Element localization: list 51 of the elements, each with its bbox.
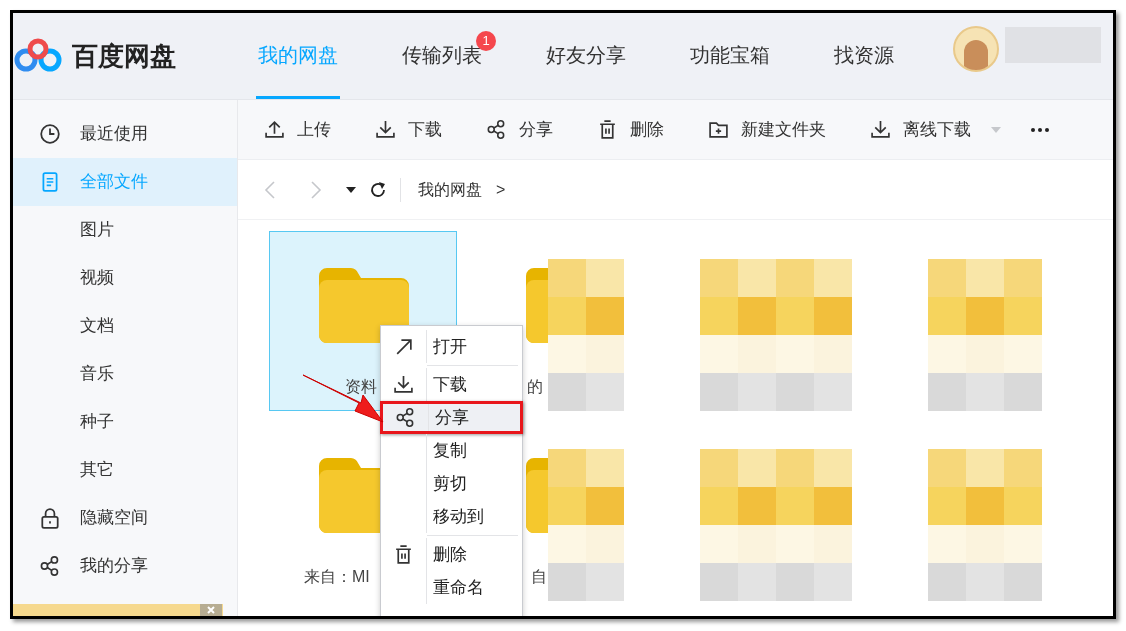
more-button[interactable] (1031, 127, 1049, 132)
share-icon (395, 407, 416, 428)
file-name: 自 (531, 567, 547, 587)
breadcrumb-separator: > (496, 179, 506, 200)
menu-item[interactable]: 剪切 (381, 467, 522, 500)
avatar (953, 26, 999, 72)
share-icon (486, 119, 507, 140)
sidebar-item[interactable]: 视频 (13, 254, 237, 302)
sidebar-item[interactable]: 图片 (13, 206, 237, 254)
nav-tab[interactable]: 找资源 (832, 13, 896, 99)
toolbar-button[interactable]: 上传 (264, 116, 331, 143)
file-name: 资料 (345, 377, 377, 397)
folder-icon (319, 268, 409, 343)
toolbar-button[interactable]: 分享 (486, 116, 553, 143)
close-icon (206, 606, 216, 614)
logo-icon (14, 38, 62, 74)
nav-tab[interactable]: 好友分享 (544, 13, 628, 99)
sidebar-item[interactable]: 最近使用 (13, 110, 237, 158)
trash-icon (597, 119, 618, 140)
folder-plus-icon (708, 119, 729, 140)
sidebar-item[interactable]: 音乐 (13, 350, 237, 398)
refresh-icon[interactable] (368, 179, 388, 200)
trash-icon (393, 544, 414, 565)
sidebar-item[interactable]: 种子 (13, 398, 237, 446)
menu-item[interactable]: 删除 (381, 538, 522, 571)
clock-icon (39, 123, 61, 145)
toolbar-button[interactable]: 下载 (375, 116, 442, 143)
menu-item[interactable]: 复制 (381, 434, 522, 467)
menu-item[interactable]: 重命名 (381, 571, 522, 604)
menu-item[interactable]: 分享 (380, 401, 523, 434)
sidebar-item[interactable]: 其它 (13, 446, 237, 494)
menu-item[interactable]: 移动到 (381, 500, 522, 533)
share-icon (39, 555, 61, 577)
toolbar-button[interactable]: 离线下载 (870, 116, 1001, 143)
download-icon (375, 119, 396, 140)
toolbar-button[interactable]: 新建文件夹 (708, 116, 826, 143)
file-name: 的 (527, 377, 543, 397)
download-icon (393, 374, 414, 395)
breadcrumb-link[interactable]: 我的网盘 (418, 177, 482, 202)
sidebar-item[interactable]: 隐藏空间 (13, 494, 237, 542)
lock-icon (39, 507, 61, 529)
sidebar-item[interactable]: 文档 (13, 302, 237, 350)
sidebar-item[interactable]: 我的分享 (13, 542, 237, 590)
notification-badge: 1 (476, 31, 496, 51)
file-name: 来自：MI (304, 567, 370, 587)
toolbar-button[interactable]: 删除 (597, 116, 664, 143)
nav-tab[interactable]: 功能宝箱 (688, 13, 772, 99)
caret-icon[interactable] (346, 186, 356, 193)
upload-icon (264, 119, 285, 140)
logo-text: 百度网盘 (72, 43, 176, 69)
download-icon (870, 119, 891, 140)
